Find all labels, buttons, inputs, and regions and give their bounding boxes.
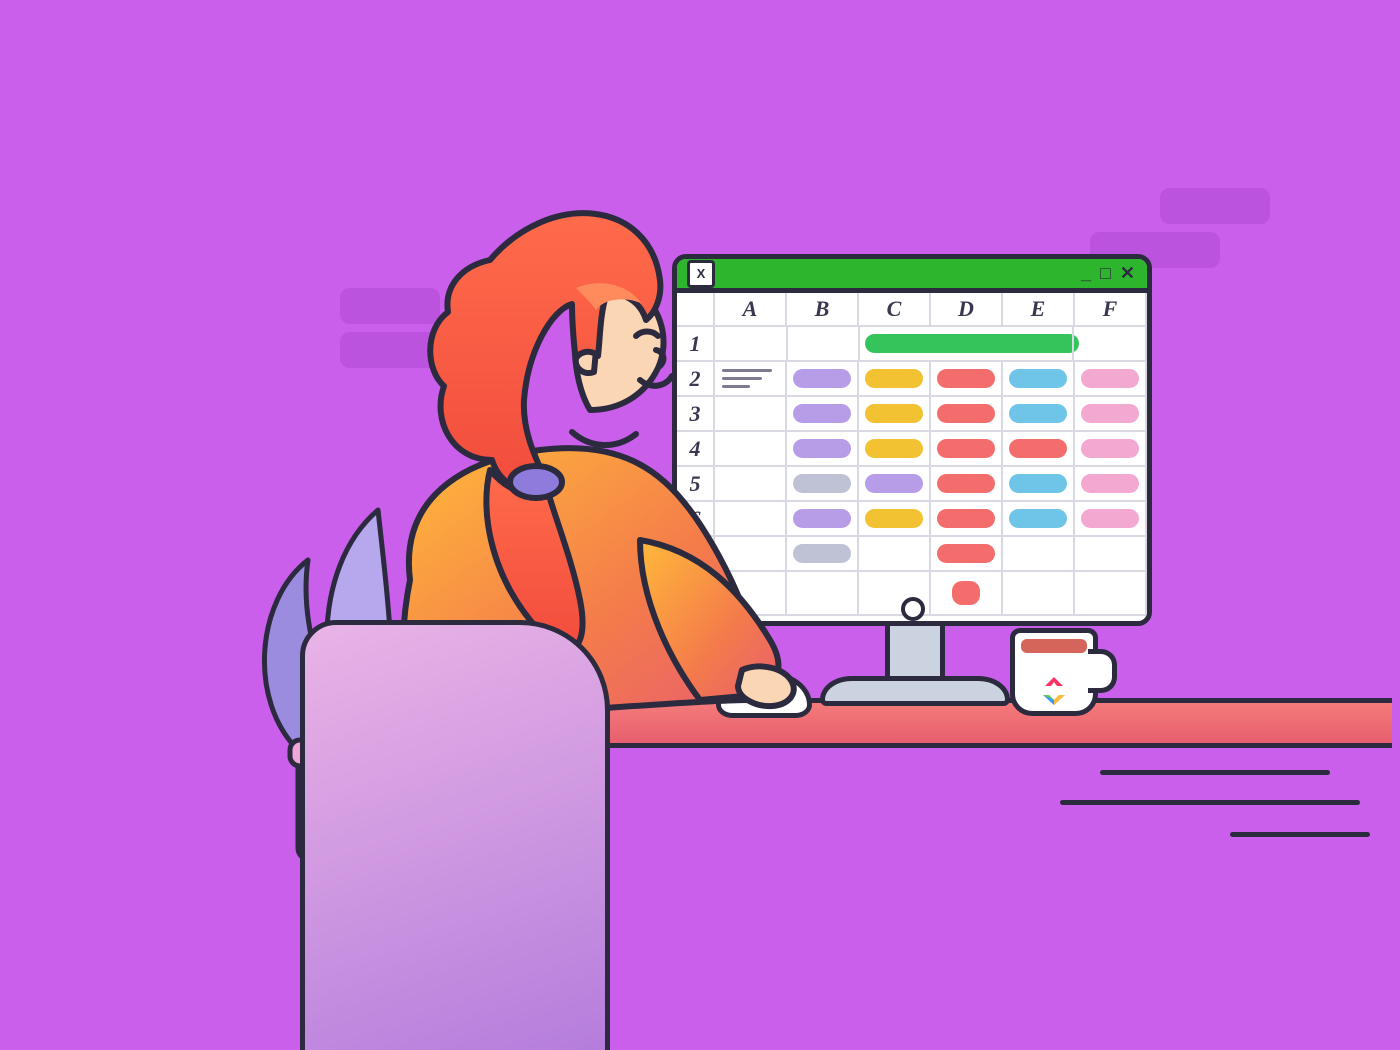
cell[interactable] bbox=[931, 327, 1002, 362]
chip-red bbox=[937, 404, 996, 423]
chair-back bbox=[300, 620, 610, 1050]
desk-accent-line bbox=[1060, 800, 1360, 805]
cell[interactable] bbox=[931, 432, 1003, 467]
chip-pink bbox=[1081, 404, 1140, 423]
desk-accent-line bbox=[1230, 832, 1370, 837]
cell[interactable] bbox=[1003, 537, 1075, 572]
cell[interactable] bbox=[931, 502, 1003, 537]
cell[interactable] bbox=[1075, 432, 1147, 467]
cell[interactable] bbox=[1075, 502, 1147, 537]
cell[interactable] bbox=[1075, 397, 1147, 432]
window-controls[interactable]: _ □ ✕ bbox=[1081, 263, 1137, 284]
chip-pink bbox=[1081, 474, 1140, 493]
cell[interactable] bbox=[1074, 327, 1147, 362]
cell[interactable] bbox=[1002, 327, 1075, 362]
coffee-mug bbox=[1010, 628, 1098, 716]
chip-red bbox=[937, 369, 996, 388]
bg-brick bbox=[1160, 188, 1270, 224]
cell[interactable] bbox=[1003, 502, 1075, 537]
column-header[interactable]: D bbox=[931, 293, 1003, 327]
cell[interactable] bbox=[1075, 572, 1147, 616]
chip-pink bbox=[1081, 439, 1140, 458]
cell[interactable] bbox=[1003, 362, 1075, 397]
chip-red bbox=[937, 509, 996, 528]
chip-blue bbox=[1009, 404, 1068, 423]
coffee-liquid bbox=[1021, 639, 1087, 653]
cell[interactable] bbox=[1003, 467, 1075, 502]
column-header[interactable]: E bbox=[1003, 293, 1075, 327]
cell[interactable] bbox=[931, 362, 1003, 397]
cell[interactable] bbox=[1003, 432, 1075, 467]
cell[interactable] bbox=[1075, 537, 1147, 572]
chair bbox=[300, 620, 600, 1050]
chip-red bbox=[937, 439, 996, 458]
chip-red bbox=[1009, 439, 1068, 458]
chip-red bbox=[937, 544, 996, 563]
chip-blue bbox=[1009, 509, 1068, 528]
webcam-icon bbox=[901, 597, 925, 621]
chip-pink bbox=[1081, 369, 1140, 388]
cell[interactable] bbox=[1003, 572, 1075, 616]
cell[interactable] bbox=[1003, 397, 1075, 432]
cell[interactable] bbox=[1075, 362, 1147, 397]
mug-handle bbox=[1088, 649, 1117, 693]
chip-blue bbox=[1009, 369, 1068, 388]
cell[interactable] bbox=[931, 537, 1003, 572]
clickup-logo-icon bbox=[1039, 677, 1069, 705]
cell[interactable] bbox=[931, 397, 1003, 432]
chip-pink bbox=[1081, 509, 1140, 528]
cell[interactable] bbox=[931, 572, 1003, 616]
cell[interactable] bbox=[1075, 467, 1147, 502]
desk-accent-line bbox=[1100, 770, 1330, 775]
chip-blue bbox=[1009, 474, 1068, 493]
cell[interactable] bbox=[931, 467, 1003, 502]
column-header[interactable]: F bbox=[1075, 293, 1147, 327]
chip-red bbox=[937, 474, 996, 493]
illustration-stage: X _ □ ✕ A B C D E F 1 bbox=[0, 0, 1400, 1050]
chip-red bbox=[952, 581, 980, 605]
